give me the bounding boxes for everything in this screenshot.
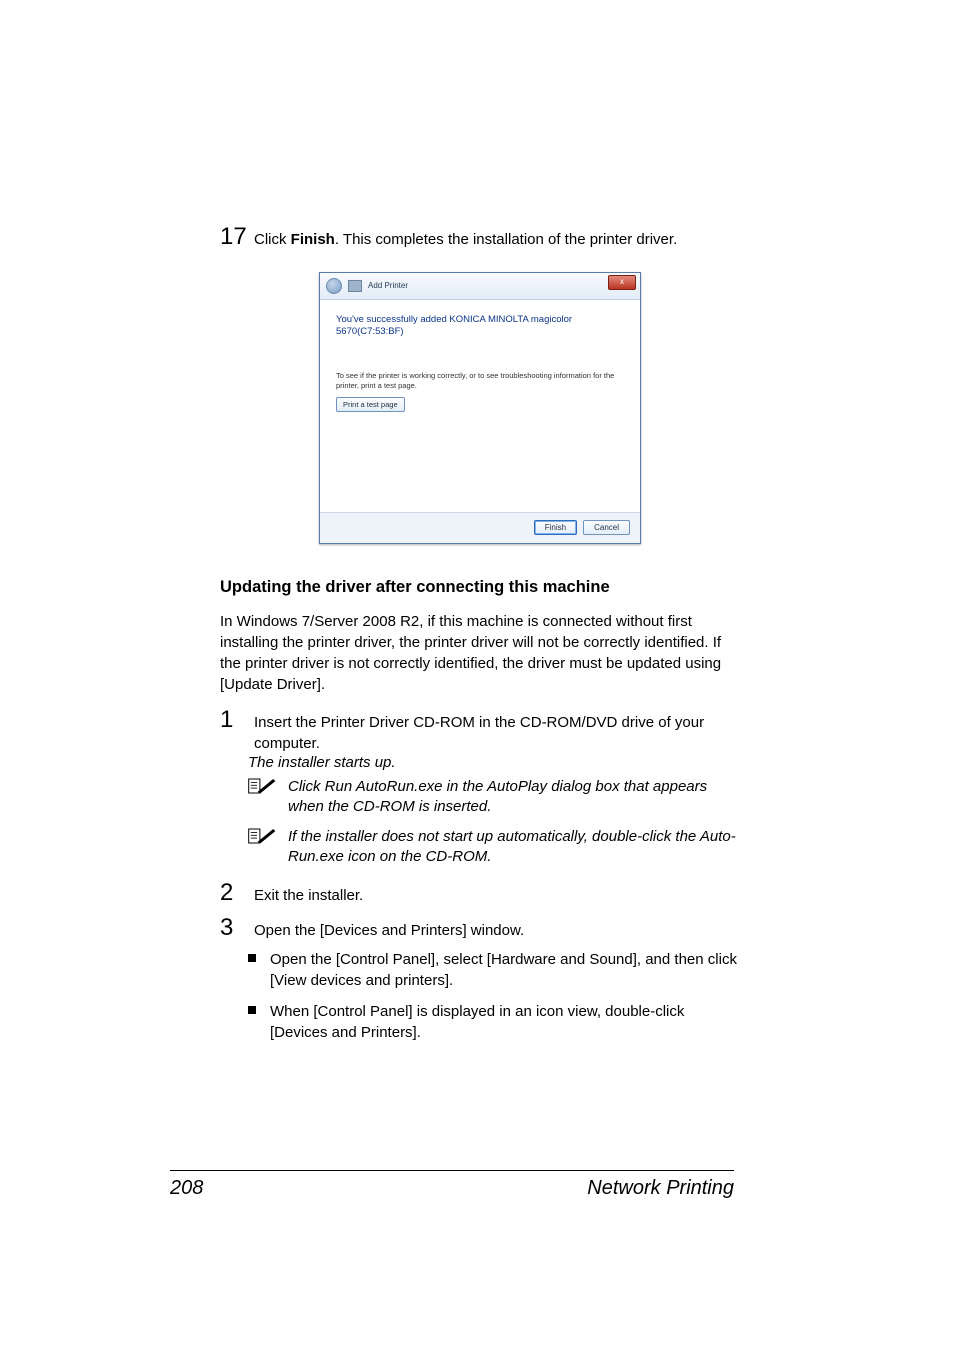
test-page-info: To see if the printer is working correct…: [336, 371, 624, 391]
dialog-body: You've successfully added KONICA MINOLTA…: [320, 300, 640, 514]
footer-section: Network Printing: [587, 1177, 734, 1200]
dialog-title: Add Printer: [368, 281, 408, 290]
close-button[interactable]: x: [608, 275, 636, 290]
note-text: Click Run AutoRun.exe in the AutoPlay di…: [288, 777, 740, 818]
step-text: Exit the installer.: [254, 885, 363, 906]
step-number: 17: [220, 220, 244, 254]
section-heading: Updating the driver after connecting thi…: [220, 578, 740, 597]
note-manual-run: If the installer does not start up autom…: [248, 827, 740, 868]
step-1: 1 Insert the Printer Driver CD-ROM in th…: [220, 703, 740, 754]
note-text: If the installer does not start up autom…: [288, 827, 740, 868]
note-icon: [248, 777, 276, 795]
note-autorun: Click Run AutoRun.exe in the AutoPlay di…: [248, 777, 740, 818]
step-number: 2: [220, 876, 244, 910]
success-line1: You've successfully added KONICA MINOLTA…: [336, 314, 624, 327]
text-prefix: Click: [254, 231, 291, 248]
step-number: 1: [220, 703, 244, 737]
step-3-bullets: Open the [Control Panel], select [Hardwa…: [248, 949, 740, 1043]
success-line2: 5670(C7:53:BF): [336, 326, 624, 339]
text-bold: Finish: [291, 231, 335, 248]
step-text: Insert the Printer Driver CD-ROM in the …: [254, 712, 740, 754]
cancel-button[interactable]: Cancel: [583, 520, 630, 535]
section-intro: In Windows 7/Server 2008 R2, if this mac…: [220, 611, 740, 695]
step-text: Click Finish. This completes the install…: [254, 229, 677, 250]
step-2: 2 Exit the installer.: [220, 876, 740, 910]
step-number: 3: [220, 911, 244, 945]
success-message: You've successfully added KONICA MINOLTA…: [336, 314, 624, 340]
finish-button[interactable]: Finish: [534, 520, 577, 535]
list-item: When [Control Panel] is displayed in an …: [248, 1001, 740, 1043]
back-icon[interactable]: [326, 278, 342, 294]
manual-page: 17 Click Finish. This completes the inst…: [0, 0, 954, 1350]
text-suffix: . This completes the installation of the…: [335, 231, 677, 248]
content-column: 17 Click Finish. This completes the inst…: [220, 220, 740, 1043]
print-test-page-button[interactable]: Print a test page: [336, 397, 405, 412]
step-3: 3 Open the [Devices and Printers] window…: [220, 911, 740, 945]
printer-icon: [348, 280, 362, 292]
page-footer: 208 Network Printing: [170, 1170, 734, 1200]
note-icon: [248, 827, 276, 845]
list-item: Open the [Control Panel], select [Hardwa…: [248, 949, 740, 991]
page-number: 208: [170, 1177, 203, 1200]
step-17: 17 Click Finish. This completes the inst…: [220, 220, 740, 254]
installer-starts-note: The installer starts up.: [248, 754, 740, 771]
step-text: Open the [Devices and Printers] window.: [254, 920, 524, 941]
add-printer-dialog-screenshot: Add Printer x You've successfully added …: [319, 272, 641, 544]
dialog-footer: Finish Cancel: [320, 512, 640, 543]
dialog-titlebar: Add Printer x: [320, 273, 640, 300]
